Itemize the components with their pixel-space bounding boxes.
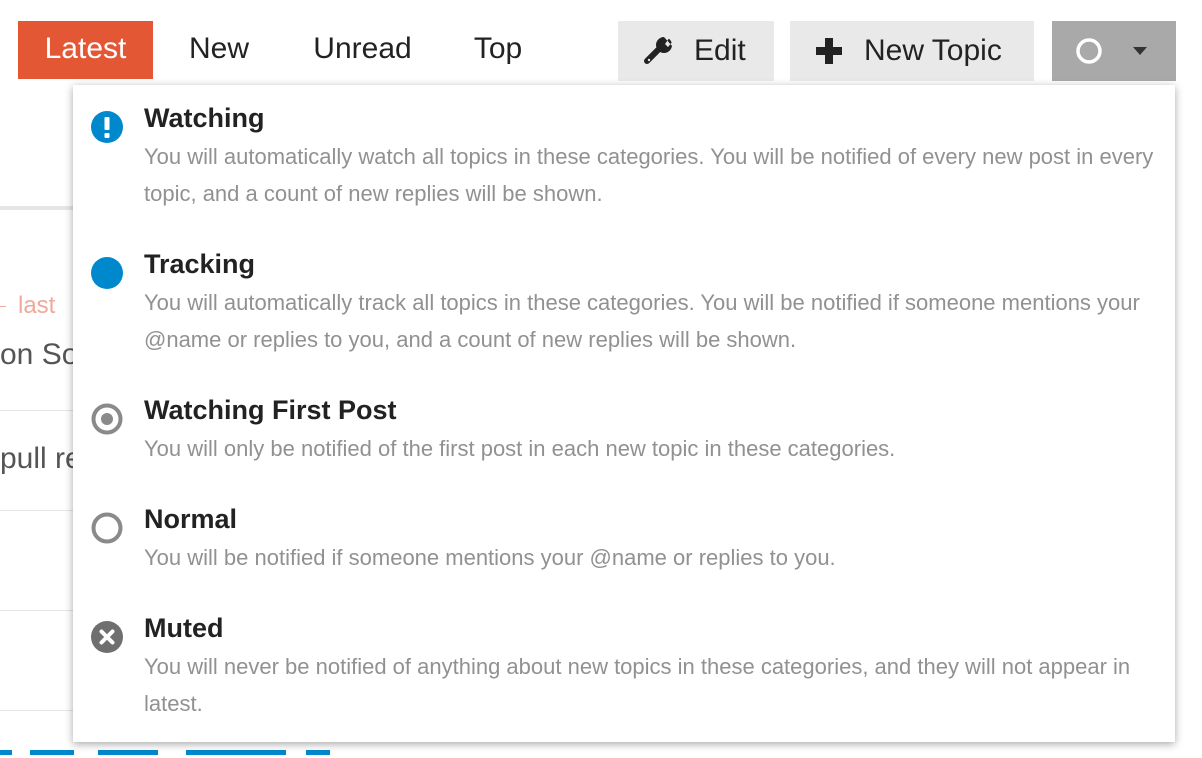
exclamation-circle-icon xyxy=(91,111,123,143)
new-topic-button[interactable]: New Topic xyxy=(790,21,1034,81)
option-description: You will be notified if someone mentions… xyxy=(144,545,836,570)
row-divider xyxy=(0,510,74,511)
list-item-meta: last xyxy=(0,292,73,320)
option-description: You will automatically watch all topics … xyxy=(144,144,1154,206)
notification-level-button[interactable] xyxy=(1052,21,1176,81)
option-title: Tracking xyxy=(144,249,256,279)
tab-unread[interactable]: Unread xyxy=(295,21,430,79)
tab-top[interactable]: Top xyxy=(455,21,541,79)
option-title: Watching xyxy=(144,103,265,133)
edit-button[interactable]: Edit xyxy=(618,21,774,81)
option-tracking[interactable]: Tracking You will automatically track al… xyxy=(73,247,1175,377)
filled-circle-icon xyxy=(91,257,123,289)
empty-circle-icon xyxy=(91,512,123,544)
option-title: Muted xyxy=(144,613,224,643)
dot-circle-icon xyxy=(91,403,123,435)
option-description: You will automatically track all topics … xyxy=(144,290,1140,352)
list-item-title: pull re xyxy=(0,442,73,475)
option-normal[interactable]: Normal You will be notified if someone m… xyxy=(73,502,1175,592)
row-divider xyxy=(0,410,74,411)
top-navigation: Latest New Unread Top Edit New Topic xyxy=(0,0,1202,82)
option-watching-first-post[interactable]: Watching First Post You will only be not… xyxy=(73,393,1175,483)
option-description: You will never be notified of anything a… xyxy=(144,654,1131,716)
option-title: Watching First Post xyxy=(144,395,397,425)
notification-level-dropdown: Watching You will automatically watch al… xyxy=(73,85,1175,742)
tab-latest[interactable]: Latest xyxy=(18,21,153,79)
option-watching[interactable]: Watching You will automatically watch al… xyxy=(73,101,1175,231)
tab-new[interactable]: New xyxy=(170,21,268,79)
list-item-title: on So xyxy=(0,338,73,371)
option-description: You will only be notified of the first p… xyxy=(144,436,896,461)
row-divider xyxy=(0,610,74,611)
option-muted[interactable]: Muted You will never be notified of anyt… xyxy=(73,611,1175,737)
list-header-divider xyxy=(0,206,74,210)
plus-icon xyxy=(812,34,846,68)
list-item-link-partial xyxy=(0,750,340,758)
new-topic-label: New Topic xyxy=(864,34,1002,67)
caret-down-icon xyxy=(1132,46,1148,56)
option-title: Normal xyxy=(144,504,238,534)
edit-button-label: Edit xyxy=(694,34,746,67)
row-divider xyxy=(0,710,74,711)
empty-circle-icon xyxy=(1074,36,1104,66)
times-circle-icon xyxy=(91,621,123,653)
wrench-icon xyxy=(642,34,676,68)
